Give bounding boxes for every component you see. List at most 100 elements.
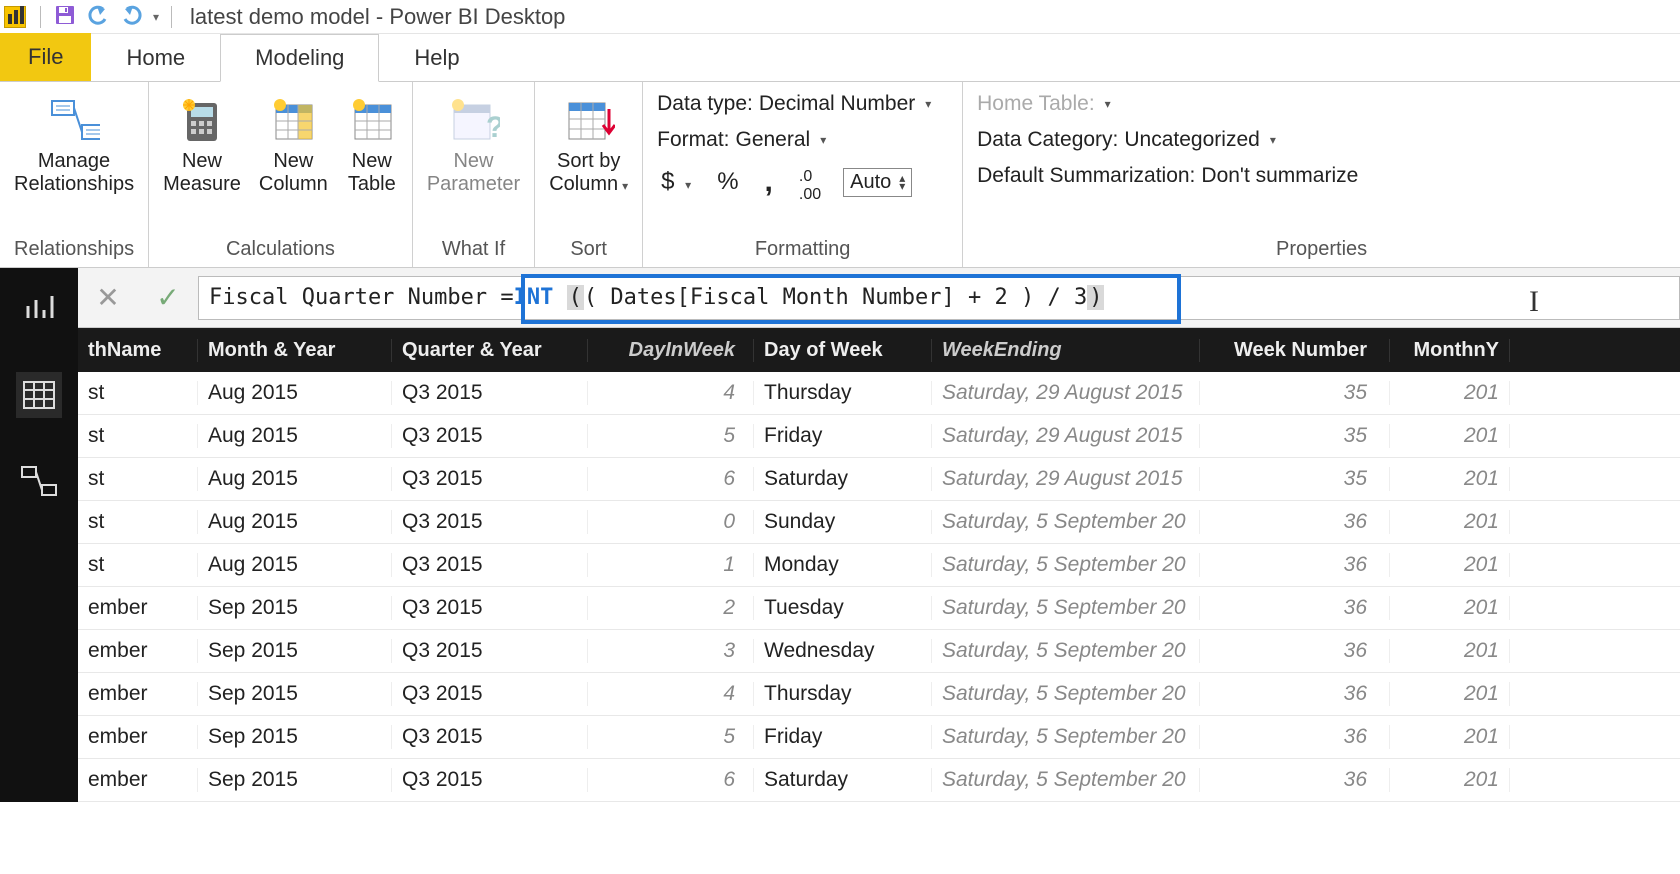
text-cursor-icon: I [1529,285,1539,319]
spinner-icon[interactable]: ▴▾ [899,174,905,191]
decimal-button[interactable]: .0.00 [795,168,825,204]
new-table-button[interactable]: New Table [346,88,398,196]
save-icon[interactable] [49,1,81,33]
thousands-button[interactable]: , [761,165,777,199]
cell-monthny: 201 [1390,424,1510,448]
cell-dayinweek: 4 [588,682,754,706]
help-tab[interactable]: Help [379,33,494,81]
cell-monthny: 201 [1390,467,1510,491]
cell-dayofweek: Thursday [754,682,932,706]
header-weeknumber[interactable]: Week Number [1200,339,1390,362]
modeling-tab[interactable]: Modeling [220,34,379,82]
table-row[interactable]: emberSep 2015Q3 20152TuesdaySaturday, 5 … [78,587,1680,630]
parameter-icon: ? [448,94,500,146]
close-paren: ) [1087,285,1104,310]
chevron-down-icon: ▾ [820,133,826,147]
sort-by-column-button[interactable]: Sort by Column▾ [549,88,628,196]
data-view-button[interactable] [16,372,62,418]
divider [171,6,172,28]
table-row[interactable]: emberSep 2015Q3 20156SaturdaySaturday, 5… [78,759,1680,802]
cell-monthyear: Aug 2015 [198,424,392,448]
header-monthny[interactable]: MonthnY [1390,339,1510,362]
title-bar: ▾ latest demo model - Power BI Desktop [0,0,1680,34]
table-row[interactable]: stAug 2015Q3 20155FridaySaturday, 29 Aug… [78,415,1680,458]
cell-weeknumber: 36 [1200,510,1390,534]
chevron-down-icon: ▾ [1105,97,1111,111]
accept-formula-button[interactable]: ✓ [138,281,198,314]
cell-monthyear: Aug 2015 [198,510,392,534]
format-dropdown[interactable]: Format: General ▾ [657,128,948,152]
cell-weeknumber: 36 [1200,768,1390,792]
cell-weekending: Saturday, 5 September 20 [932,639,1200,663]
undo-icon[interactable] [81,1,115,33]
cell-dayinweek: 2 [588,596,754,620]
header-month-year[interactable]: Month & Year [198,339,392,362]
cell-dayofweek: Thursday [754,381,932,405]
table-row[interactable]: stAug 2015Q3 20154ThursdaySaturday, 29 A… [78,372,1680,415]
group-label-properties: Properties [977,236,1666,265]
work-area: ✕ ✓ Fiscal Quarter Number = INT ( ( Date… [0,268,1680,802]
model-view-button[interactable] [16,458,62,504]
header-dayofweek[interactable]: Day of Week [754,339,932,362]
qat-dropdown-icon[interactable]: ▾ [149,8,163,26]
decimal-places-input[interactable]: Auto ▴▾ [843,168,912,197]
formula-keyword: INT [514,285,554,310]
cell-dayofweek: Wednesday [754,639,932,663]
report-view-button[interactable] [16,286,62,332]
home-tab[interactable]: Home [91,33,220,81]
table-row[interactable]: emberSep 2015Q3 20153WednesdaySaturday, … [78,630,1680,673]
app-icon [4,6,26,28]
new-parameter-label: New Parameter [427,150,520,196]
group-whatif: ? New Parameter What If [413,82,535,267]
cell-thname: ember [78,725,198,749]
home-table-label: Home Table: [977,92,1095,116]
group-label-relationships: Relationships [14,236,134,265]
currency-button[interactable]: $ ▾ [657,168,695,196]
cell-dayofweek: Friday [754,424,932,448]
manage-relationships-button[interactable]: Manage Relationships [14,88,134,196]
group-calculations: New Measure New Column New Table Calcula… [149,82,413,267]
data-category-dropdown[interactable]: Data Category: Uncategorized ▾ [977,128,1666,152]
new-measure-button[interactable]: New Measure [163,88,241,196]
cell-dayofweek: Saturday [754,467,932,491]
home-table-dropdown[interactable]: Home Table: ▾ [977,92,1666,116]
cell-dayofweek: Saturday [754,768,932,792]
cell-thname: st [78,381,198,405]
table-row[interactable]: stAug 2015Q3 20150SundaySaturday, 5 Sept… [78,501,1680,544]
table-row[interactable]: stAug 2015Q3 20151MondaySaturday, 5 Sept… [78,544,1680,587]
table-row[interactable]: emberSep 2015Q3 20154ThursdaySaturday, 5… [78,673,1680,716]
header-weekending[interactable]: WeekEnding [932,339,1200,362]
percent-button[interactable]: % [713,168,742,196]
summarization-dropdown[interactable]: Default Summarization: Don't summarize [977,164,1666,188]
sort-by-column-label: Sort by Column▾ [549,150,628,196]
data-type-dropdown[interactable]: Data type: Decimal Number ▾ [657,92,948,116]
data-category-label: Data Category: [977,128,1118,152]
cell-thname: st [78,553,198,577]
new-table-label: New Table [348,150,396,196]
cell-quarteryear: Q3 2015 [392,510,588,534]
cell-dayofweek: Friday [754,725,932,749]
group-formatting: Data type: Decimal Number ▾ Format: Gene… [643,82,963,267]
chevron-down-icon: ▾ [1270,133,1276,147]
file-tab[interactable]: File [0,33,91,81]
relationships-icon [48,94,100,146]
cell-monthyear: Sep 2015 [198,725,392,749]
cell-weeknumber: 36 [1200,725,1390,749]
manage-relationships-label: Manage Relationships [14,150,134,196]
header-thname[interactable]: thName [78,339,198,362]
header-quarter-year[interactable]: Quarter & Year [392,339,588,362]
ribbon: Manage Relationships Relationships New M… [0,82,1680,268]
cancel-formula-button[interactable]: ✕ [78,281,138,314]
table-row[interactable]: emberSep 2015Q3 20155FridaySaturday, 5 S… [78,716,1680,759]
header-dayinweek[interactable]: DayInWeek [588,339,754,362]
data-type-value: Decimal Number [759,92,915,116]
table-row[interactable]: stAug 2015Q3 20156SaturdaySaturday, 29 A… [78,458,1680,501]
main-area: ✕ ✓ Fiscal Quarter Number = INT ( ( Date… [78,268,1680,802]
summarization-label: Default Summarization: [977,164,1195,188]
redo-icon[interactable] [115,1,149,33]
formula-input[interactable]: Fiscal Quarter Number = INT ( ( Dates[Fi… [198,276,1680,320]
cell-dayinweek: 5 [588,424,754,448]
cell-monthyear: Sep 2015 [198,596,392,620]
svg-text:?: ? [486,111,500,144]
new-column-button[interactable]: New Column [259,88,328,196]
